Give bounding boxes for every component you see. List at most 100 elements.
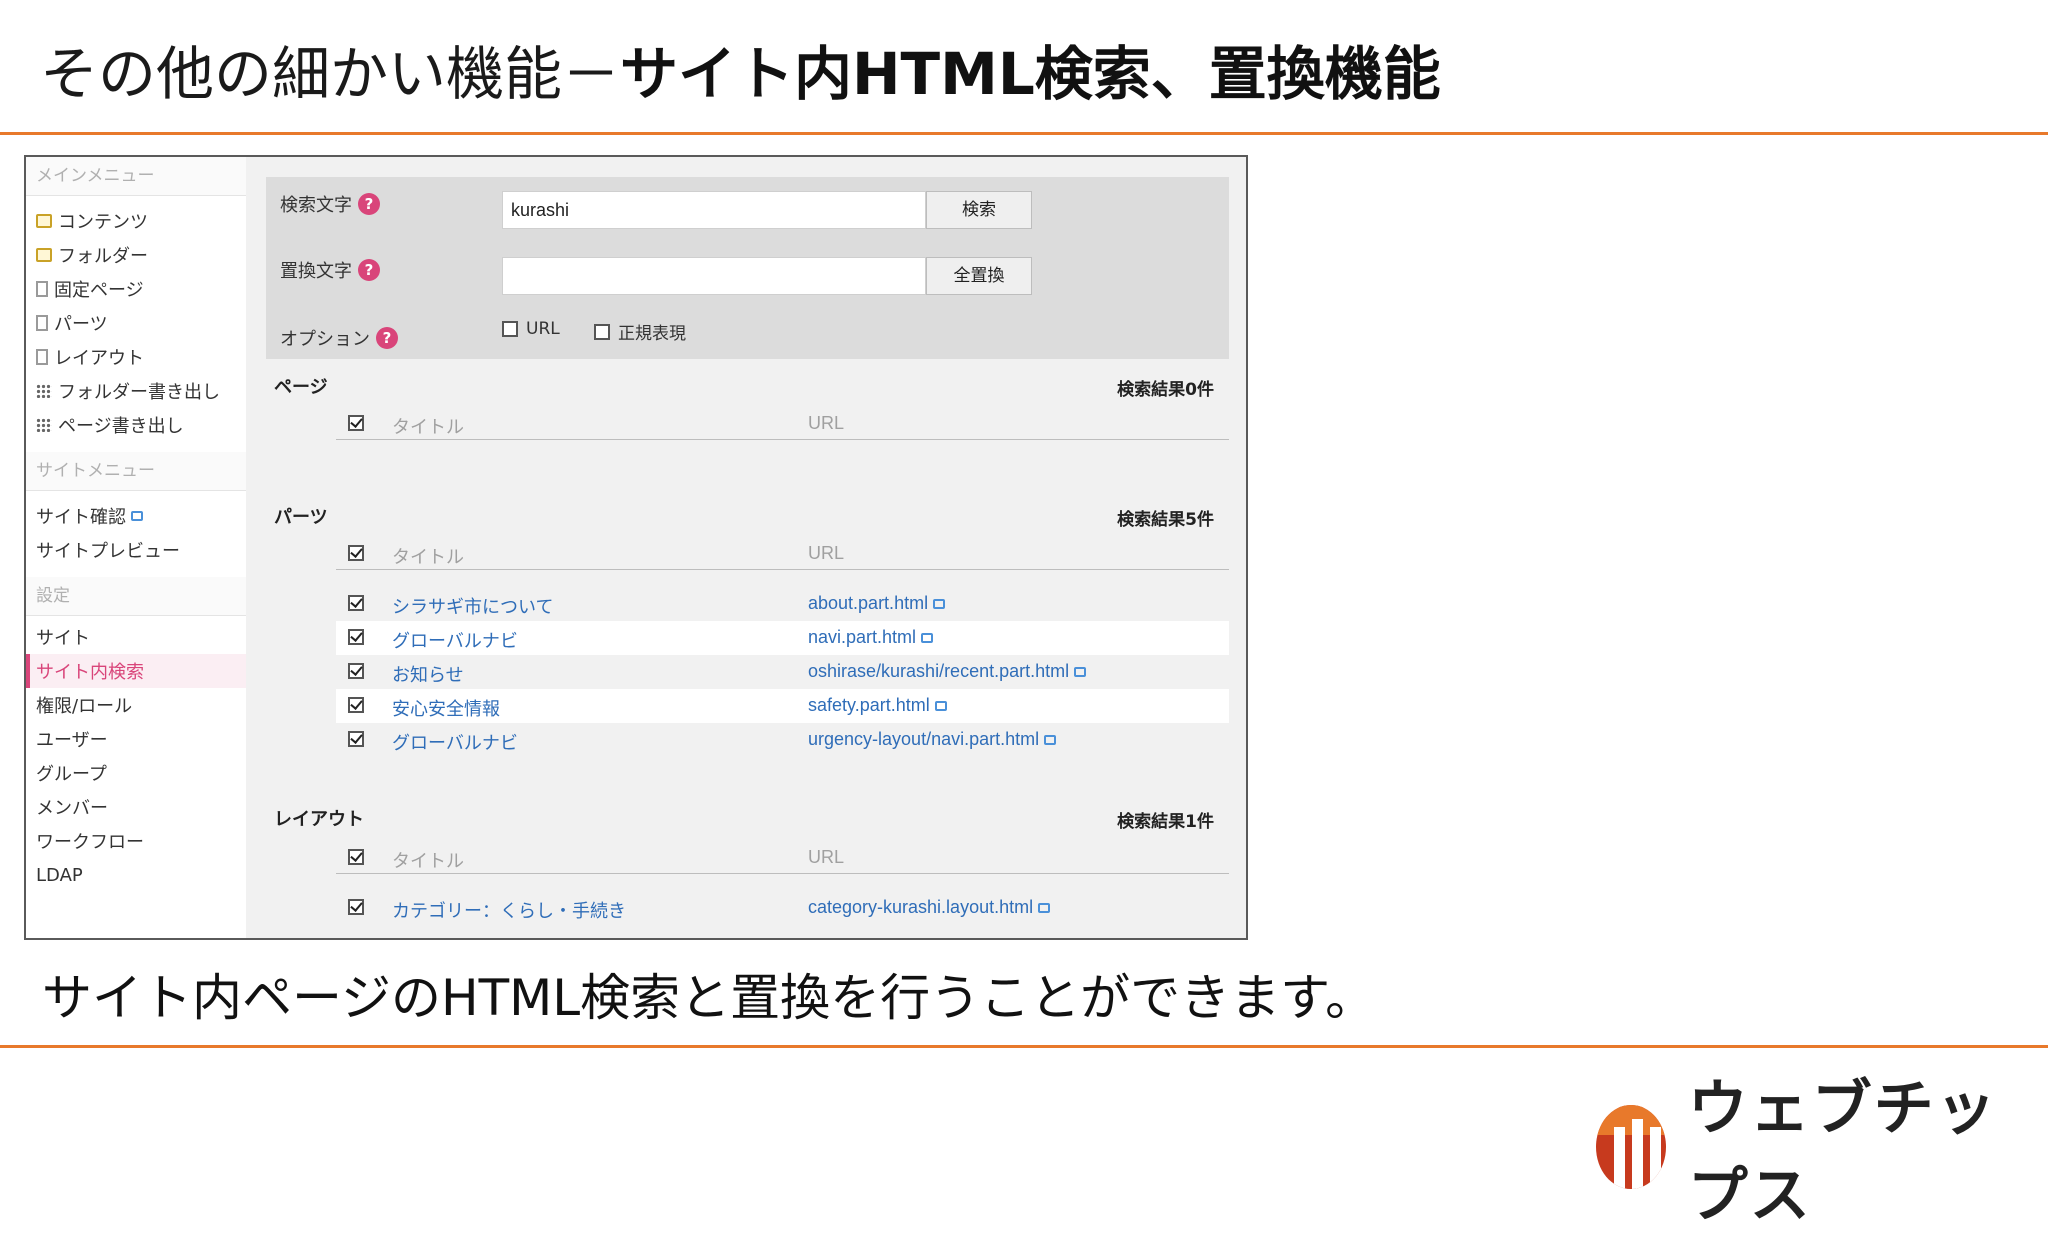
- sidebar-item-label: コンテンツ: [58, 212, 148, 233]
- select-all-checkbox[interactable]: [348, 849, 364, 865]
- url-checkbox[interactable]: [502, 321, 518, 337]
- sidebar-item-groups[interactable]: グループ: [26, 756, 246, 790]
- option-url[interactable]: URL: [502, 319, 560, 339]
- sidebar-item-site-check[interactable]: サイト確認: [26, 499, 246, 533]
- row-checkbox[interactable]: [348, 697, 364, 713]
- sidebar-item-label: サイト内検索: [36, 662, 144, 683]
- row-checkbox[interactable]: [348, 899, 364, 915]
- row-checkbox[interactable]: [348, 731, 364, 747]
- site-menu: サイト確認 サイトプレビュー: [26, 491, 246, 577]
- sidebar: メインメニュー コンテンツ フォルダー 固定ページ パーツ レイアウト フォルダ…: [26, 157, 246, 938]
- table-row: カテゴリー：くらし・手続き category-kurashi.layout.ht…: [336, 891, 1229, 925]
- row-url-text: about.part.html: [808, 593, 929, 613]
- row-url-link[interactable]: oshirase/kurashi/recent.part.html: [808, 661, 1087, 682]
- sidebar-item-site[interactable]: サイト: [26, 620, 246, 654]
- row-url-link[interactable]: about.part.html: [808, 593, 946, 614]
- logo-text: ウェブチップス: [1687, 1074, 1998, 1231]
- sidebar-item-label: LDAP: [36, 864, 83, 886]
- column-url: URL: [808, 543, 845, 563]
- page-icon: [36, 315, 48, 331]
- column-title: タイトル: [392, 417, 464, 438]
- row-checkbox[interactable]: [348, 663, 364, 679]
- row-title-link[interactable]: グローバルナビ: [392, 729, 518, 755]
- external-link-icon: [933, 599, 946, 609]
- slide-description: サイト内ページのHTML検索と置換を行うことができます。: [42, 969, 1376, 1027]
- select-all-checkbox[interactable]: [348, 545, 364, 561]
- search-input[interactable]: [502, 191, 926, 229]
- row-url-text: urgency-layout/navi.part.html: [808, 729, 1040, 749]
- row-title-link[interactable]: お知らせ: [392, 661, 464, 687]
- sidebar-item-folder-export[interactable]: フォルダー書き出し: [26, 374, 246, 408]
- grid-icon: [36, 418, 52, 432]
- help-icon[interactable]: ?: [358, 259, 380, 281]
- row-title-link[interactable]: グローバルナビ: [392, 627, 518, 653]
- row-checkbox[interactable]: [348, 595, 364, 611]
- table-row: グローバルナビ navi.part.html: [336, 621, 1229, 655]
- sidebar-item-label: ページ書き出し: [58, 416, 184, 437]
- option-regex[interactable]: 正規表現: [594, 319, 686, 344]
- sidebar-item-label: ワークフロー: [36, 832, 144, 853]
- cms-screenshot: メインメニュー コンテンツ フォルダー 固定ページ パーツ レイアウト フォルダ…: [24, 155, 1248, 940]
- sidebar-item-parts[interactable]: パーツ: [26, 306, 246, 340]
- sidebar-item-folders[interactable]: フォルダー: [26, 238, 246, 272]
- select-all-checkbox[interactable]: [348, 415, 364, 431]
- search-label-text: 検索文字: [280, 195, 352, 216]
- row-url-text: category-kurashi.layout.html: [808, 897, 1034, 917]
- parts-table-header: タイトル URL: [336, 537, 1229, 570]
- row-url-link[interactable]: navi.part.html: [808, 627, 934, 648]
- replace-input[interactable]: [502, 257, 926, 295]
- external-link-icon: [1044, 735, 1057, 745]
- row-url-link[interactable]: category-kurashi.layout.html: [808, 897, 1051, 918]
- folder-icon: [36, 214, 52, 228]
- sidebar-item-label: ユーザー: [36, 730, 108, 751]
- sidebar-item-users[interactable]: ユーザー: [26, 722, 246, 756]
- row-url-link[interactable]: urgency-layout/navi.part.html: [808, 729, 1057, 750]
- row-checkbox[interactable]: [348, 629, 364, 645]
- column-url: URL: [808, 413, 845, 433]
- regex-checkbox[interactable]: [594, 323, 610, 340]
- external-link-icon: [1038, 903, 1051, 913]
- options-label-text: オプション: [280, 329, 370, 350]
- search-label: 検索文字 ?: [280, 191, 380, 217]
- external-link-icon: [934, 701, 947, 711]
- slide-title-bold: サイト内HTML検索、置換機能: [620, 40, 1441, 108]
- layouts-section-title: レイアウト: [274, 809, 364, 830]
- row-title-link[interactable]: 安心安全情報: [392, 695, 500, 721]
- replace-label-text: 置換文字: [280, 261, 352, 282]
- sidebar-item-label: 固定ページ: [54, 280, 144, 301]
- options-label: オプション ?: [280, 325, 398, 351]
- sidebar-item-site-preview[interactable]: サイトプレビュー: [26, 533, 246, 567]
- sidebar-item-page-export[interactable]: ページ書き出し: [26, 408, 246, 442]
- column-title: タイトル: [392, 851, 464, 872]
- sidebar-item-workflow[interactable]: ワークフロー: [26, 824, 246, 858]
- grid-icon: [36, 384, 52, 398]
- search-button[interactable]: 検索: [926, 191, 1032, 229]
- page-icon: [36, 349, 48, 365]
- row-title-link[interactable]: カテゴリー：くらし・手続き: [392, 897, 626, 923]
- external-link-icon: [1074, 667, 1087, 677]
- sidebar-item-label: サイトプレビュー: [36, 541, 180, 562]
- sidebar-item-ldap[interactable]: LDAP: [26, 858, 246, 892]
- slide-title-light: その他の細かい機能－: [40, 40, 621, 108]
- logo-mark-icon: [1596, 1105, 1666, 1189]
- sidebar-item-contents[interactable]: コンテンツ: [26, 204, 246, 238]
- footer-divider: [0, 1045, 2048, 1048]
- row-url-text: oshirase/kurashi/recent.part.html: [808, 661, 1070, 681]
- row-title-link[interactable]: シラサギ市について: [392, 593, 553, 619]
- option-url-label: URL: [526, 319, 560, 339]
- layouts-table-header: タイトル URL: [336, 841, 1229, 874]
- pages-result-count: 検索結果0件: [1117, 380, 1214, 400]
- sidebar-item-members[interactable]: メンバー: [26, 790, 246, 824]
- sidebar-item-label: メンバー: [36, 798, 108, 819]
- sidebar-item-site-search[interactable]: サイト内検索: [26, 654, 246, 688]
- replace-all-button[interactable]: 全置換: [926, 257, 1032, 295]
- row-url-link[interactable]: safety.part.html: [808, 695, 947, 716]
- help-icon[interactable]: ?: [358, 193, 380, 215]
- help-icon[interactable]: ?: [376, 327, 398, 349]
- sidebar-item-roles[interactable]: 権限/ロール: [26, 688, 246, 722]
- site-menu-heading: サイトメニュー: [26, 452, 246, 491]
- external-link-icon: [921, 633, 934, 643]
- sidebar-item-fixed-pages[interactable]: 固定ページ: [26, 272, 246, 306]
- sidebar-item-layouts[interactable]: レイアウト: [26, 340, 246, 374]
- main-content: 検索文字 ? 検索 置換文字 ? 全置換 オプション ? URL 正規表現: [246, 157, 1246, 938]
